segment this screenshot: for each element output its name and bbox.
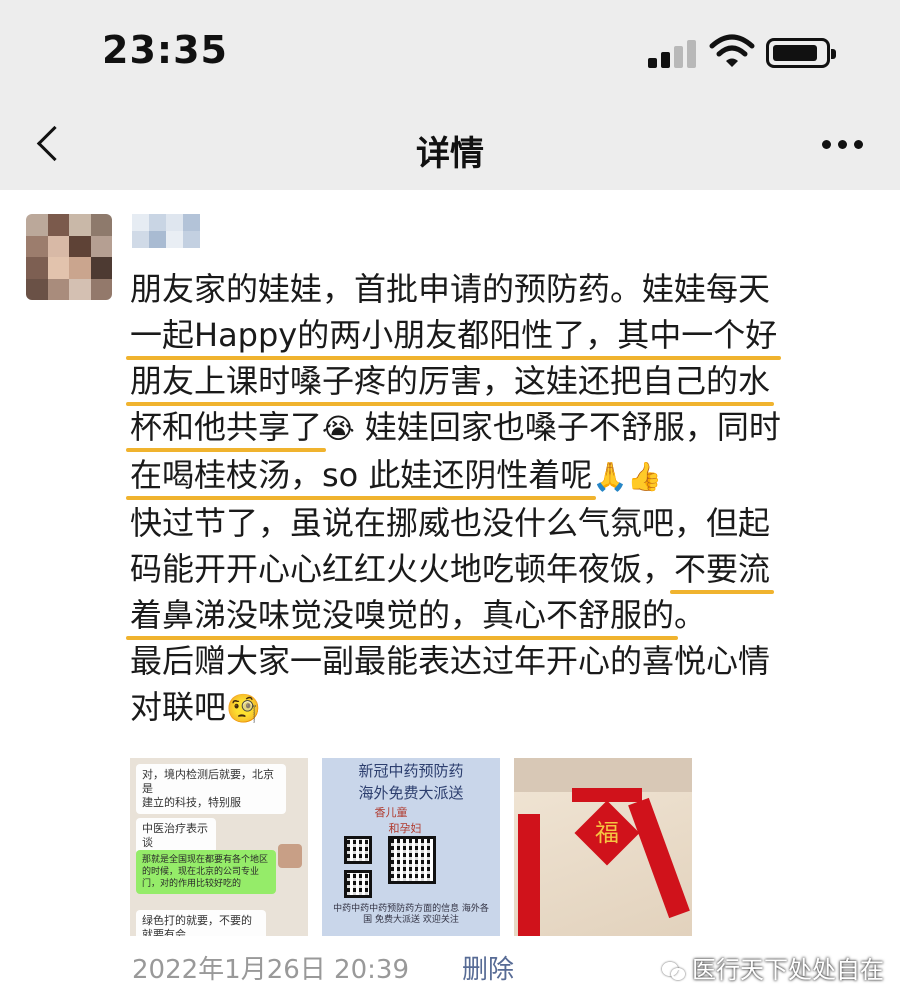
post-line: 最后赠大家一副最能表达过年开心的喜悦心情 [130,642,771,680]
wifi-icon [709,34,755,67]
highlighted-text: 着鼻涕没味觉没嗅觉的，真心不舒服的 [130,596,675,634]
chat-avatar [278,844,302,868]
watermark: 医行天下处处自在 [662,952,884,988]
battery-icon [766,38,836,68]
post-line: 快过节了，虽说在挪威也没什么气氛吧，但起 [130,504,771,542]
post-line: 朋友家的娃娃，首批申请的预防药。娃娃每天 [130,270,771,308]
highlighted-text: 一起Happy的两小朋友都阳性了，其中一个好 [130,316,778,354]
post-line: 杯和他共享了😭 娃娃回家也嗓子不舒服，同时 [130,408,781,446]
flyer-subtitle: 海外免费大派送 [358,784,464,802]
flyer-caption: 中药中药中药预防药方面的信息 海外各国 免费大派送 欢迎关注 [333,904,489,925]
couplet-left [518,814,540,936]
more-options-icon[interactable] [818,140,868,152]
status-time: 23:35 [102,28,228,72]
laugh-cry-emoji-icon: 😭 [322,412,355,445]
post-line: 朋友上课时嗓子疼的厉害，这娃还把自己的水 [130,358,870,404]
flyer-line: 和孕妇 [388,822,422,835]
username-mosaic[interactable] [132,214,200,248]
highlighted-text: 不要流 [674,550,771,588]
flyer-line: 香儿童 [374,806,408,819]
nav-bar: 详情 [0,100,900,190]
flyer-title: 新冠中药预防药 [358,762,464,780]
post-line: 一起Happy的两小朋友都阳性了，其中一个好 [130,312,870,358]
delete-link[interactable]: 删除 [462,950,514,990]
chat-bubble: 中医治疗表示谈 [136,818,216,854]
image-thumbnail-couplets[interactable]: 福 [514,758,692,936]
chat-bubble: 绿色打的就要，不要的就要有会 [136,910,266,936]
pray-thumbs-emoji-icon: 🙏👍 [592,460,663,493]
fu-diamond: 福 [574,800,640,866]
post-line: 对联吧🧐 [130,688,261,726]
wechat-logo-icon [662,960,688,982]
status-bar: 23:35 [0,0,900,100]
qr-code [344,870,372,898]
chat-bubble: 那就是全国现在都要有各个地区的时候，现在北京的公司专业门，对的作用比较好吃的 [136,850,276,894]
highlighted-text: 杯和他共享了 [130,408,323,446]
qr-code [344,836,372,864]
post-line: 着鼻涕没味觉没嗅觉的，真心不舒服的。 [130,596,707,634]
post-line: 在喝桂枝汤，so 此娃还阴性着呢🙏👍 [130,452,870,500]
post-timestamp: 2022年1月26日 20:39 [132,955,409,985]
page-title: 详情 [416,134,484,174]
highlighted-text: 朋友上课时嗓子疼的厉害，这娃还把自己的水 [130,362,771,400]
highlighted-text: 在喝桂枝汤，so 此娃还阴性着呢 [130,456,593,494]
image-thumbnail-chat[interactable]: 对，境内检测后就要，北京是 建立的科技，特别服 中医治疗表示谈 那就是全国现在都要… [130,758,308,936]
smirk-emoji-icon: 🧐 [226,692,261,725]
post-body: 朋友家的娃娃，首批申请的预防药。娃娃每天 一起Happy的两小朋友都阳性了，其中… [130,266,870,732]
chat-bubble: 对，境内检测后就要，北京是 建立的科技，特别服 [136,764,286,814]
image-thumbnail-flyer[interactable]: 新冠中药预防药 海外免费大派送 香儿童 和孕妇 中药中药中药预防药方面的信息 海… [322,758,500,936]
post-line: 码能开开心心红红火火地吃顿年夜饭，不要流 [130,550,771,588]
cellular-signal-icon [648,38,696,68]
qr-code [388,836,436,884]
avatar[interactable] [26,214,112,300]
